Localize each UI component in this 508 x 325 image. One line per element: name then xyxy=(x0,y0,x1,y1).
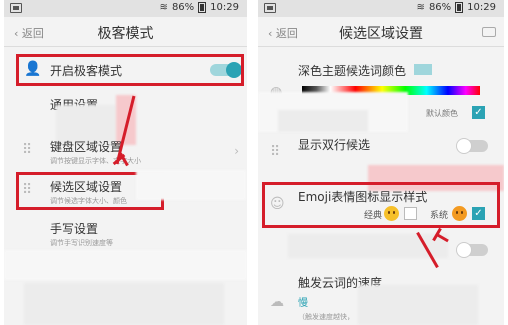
double-row-toggle[interactable] xyxy=(456,138,488,154)
status-bar: ≋ 86% 10:29 xyxy=(258,0,504,17)
clock: 10:29 xyxy=(467,2,496,13)
toggle-knob xyxy=(456,242,472,258)
status-bar: ≋ 86% 10:29 xyxy=(4,0,247,17)
cloud-icon: ☁ xyxy=(270,294,284,310)
default-color-label: 默认颜色 xyxy=(426,109,458,118)
default-color-checkbox[interactable]: ✓ xyxy=(472,106,485,119)
dark-theme-color-label: 深色主题候选词颜色 xyxy=(298,64,407,78)
mosaic-blur xyxy=(358,285,478,325)
wifi-icon: ≋ xyxy=(159,2,168,13)
clock: 10:29 xyxy=(210,2,239,13)
gallery-icon xyxy=(264,3,276,13)
mosaic-blur xyxy=(4,250,247,280)
battery-icon xyxy=(455,2,464,13)
cloud-speed-subtitle: （触发速度越快， xyxy=(298,313,354,321)
handwriting-subtitle: 调节手写识别速度等 xyxy=(50,239,113,247)
handwriting-row[interactable]: 手写设置 调节手写识别速度等 xyxy=(4,218,247,252)
obscured-toggle[interactable] xyxy=(456,242,488,258)
keyboard-area-label: 键盘区域设置 xyxy=(50,140,123,154)
battery-percent: 86% xyxy=(171,2,195,13)
color-swatch[interactable] xyxy=(414,64,432,75)
wifi-icon: ≋ xyxy=(416,2,425,13)
mosaic-blur xyxy=(278,110,368,132)
mosaic-blur xyxy=(136,170,246,200)
double-row-candidates-row[interactable]: ⠿ 显示双行候选 xyxy=(258,132,504,160)
keyboard-icon[interactable] xyxy=(482,27,496,37)
title-bar: ‹ 返回 候选区域设置 xyxy=(258,17,504,47)
slow-label: 慢 xyxy=(298,298,308,309)
title-bar: ‹ 返回 极客模式 xyxy=(4,17,247,47)
right-phone-screen: ≋ 86% 10:29 ‹ 返回 候选区域设置 深色主题候选词颜色 ◍ 默认颜色… xyxy=(258,0,504,325)
highlight-box xyxy=(16,54,244,86)
handwriting-label: 手写设置 xyxy=(50,222,99,236)
gallery-icon xyxy=(10,3,22,13)
double-row-label: 显示双行候选 xyxy=(298,138,371,152)
toggle-knob xyxy=(456,138,472,154)
mosaic-blur xyxy=(24,283,224,325)
battery-percent: 86% xyxy=(428,2,452,13)
page-title: 候选区域设置 xyxy=(339,26,423,42)
battery-icon xyxy=(198,2,207,13)
chevron-right-icon: › xyxy=(234,144,239,158)
left-phone-screen: ≋ 86% 10:29 ‹ 返回 极客模式 👤 开启极客模式 通用设置 ⠿ 键盘… xyxy=(4,0,247,325)
grid-icon: ⠿ xyxy=(22,142,33,158)
highlight-box xyxy=(262,182,500,228)
page-title: 极客模式 xyxy=(97,26,154,42)
grid-icon: ⠿ xyxy=(270,144,281,160)
